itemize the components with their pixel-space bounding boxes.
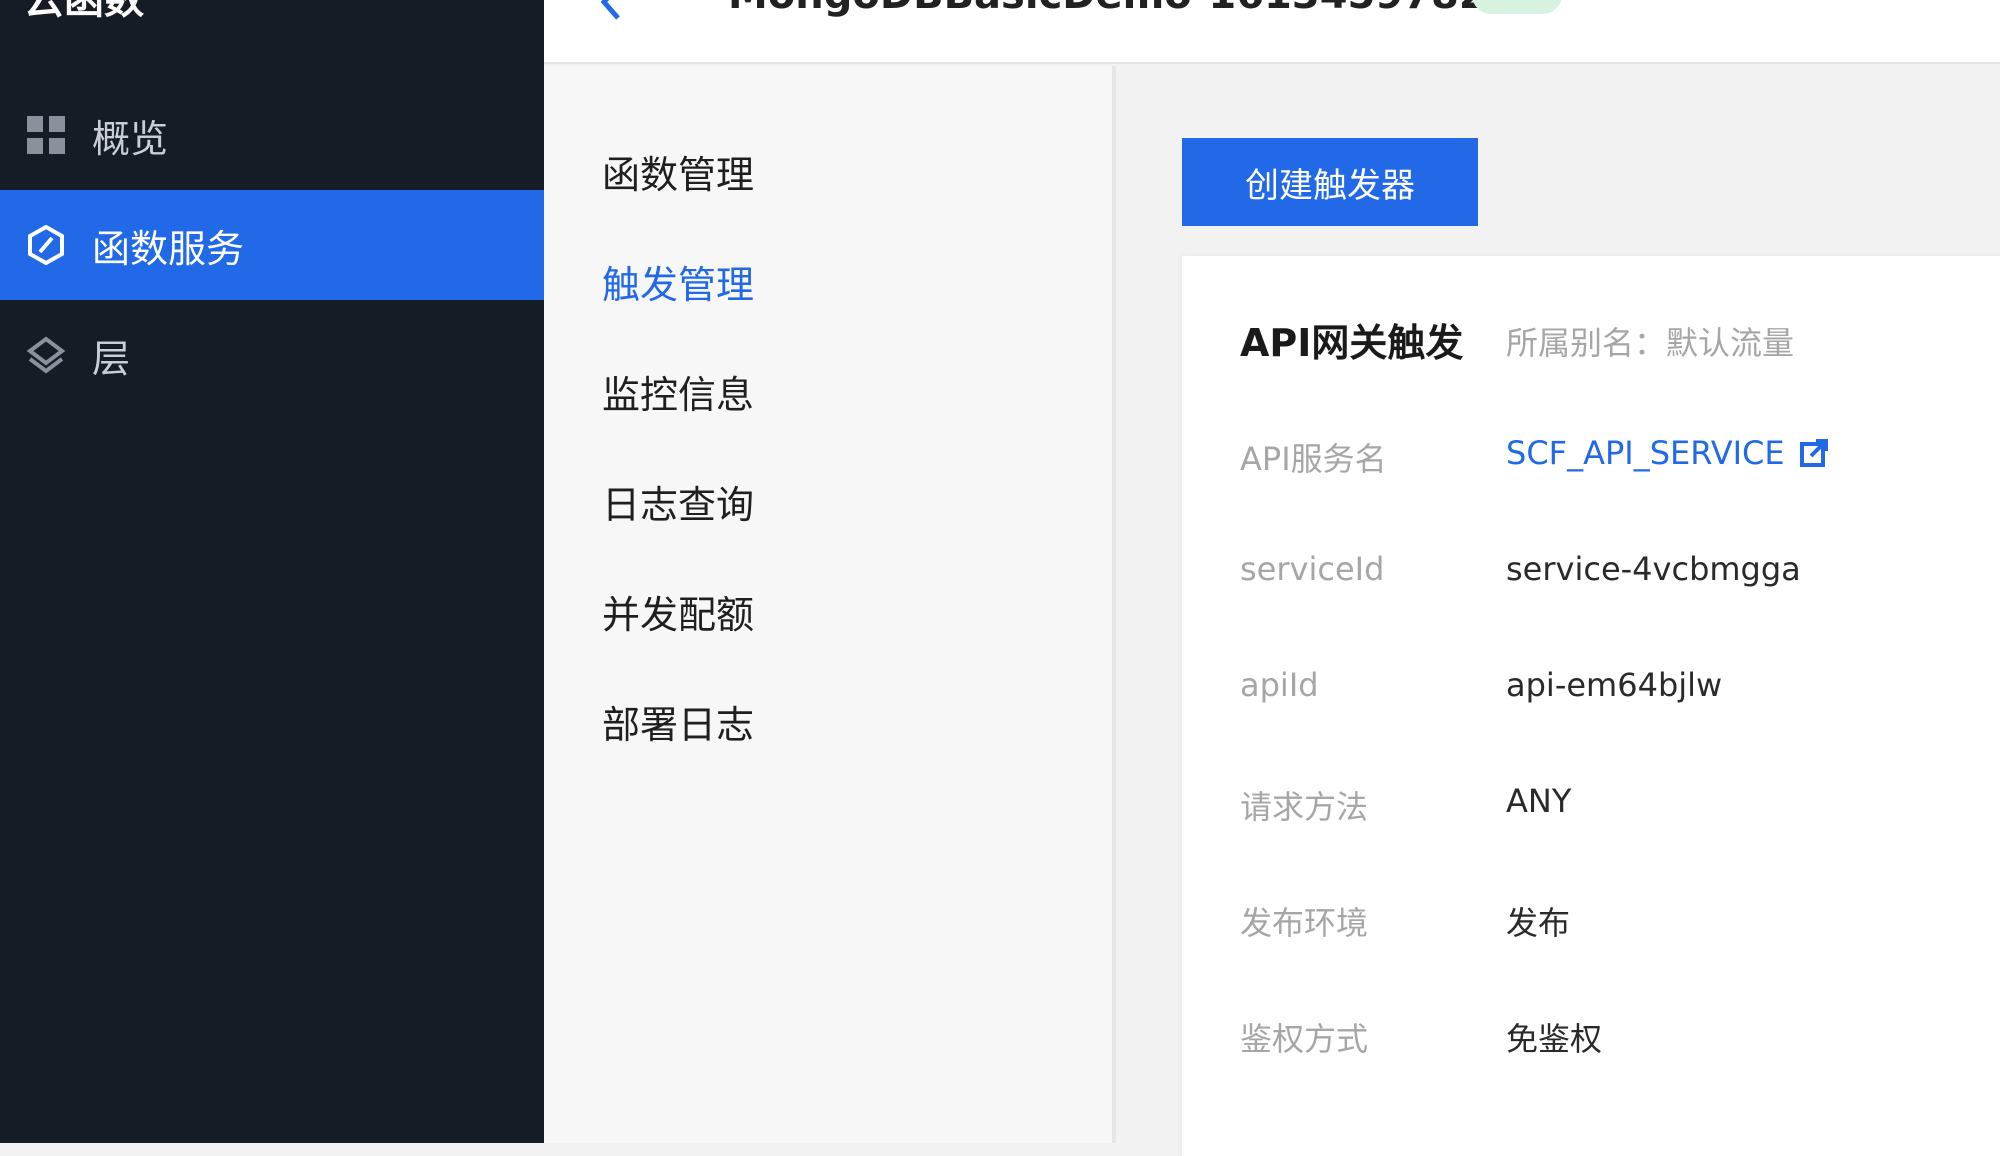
sidebar-item-overview[interactable]: 概览 [0, 80, 544, 190]
field-value-release-env: 发布 [1506, 904, 1571, 942]
main-content: 创建触发器 API网关触发 所属别名：默认流量 API服务名 SCF_API_S… [1120, 66, 2000, 1156]
layers-icon [26, 335, 66, 375]
sidebar-item-layers[interactable]: 层 [0, 300, 544, 410]
subnav-item-trigger-management[interactable]: 触发管理 [602, 260, 754, 310]
api-service-link-text[interactable]: SCF_API_SERVICE [1506, 434, 1785, 472]
api-service-link[interactable]: SCF_API_SERVICE [1506, 434, 1829, 472]
sidebar-item-label: 概览 [92, 116, 169, 161]
field-label-auth-method: 鉴权方式 [1240, 1020, 1369, 1058]
field-value-api-id: api-em64bjlw [1506, 666, 1723, 704]
field-label-release-env: 发布环境 [1240, 904, 1369, 942]
function-subnav: 函数管理 触发管理 监控信息 日志查询 并发配额 部署日志 [544, 66, 1116, 1143]
field-label-api-id: apiId [1240, 666, 1319, 704]
subnav-item-function-management[interactable]: 函数管理 [602, 150, 754, 200]
page-title: MongoDBBasicDemo-1613459782 [728, 0, 1487, 18]
sidebar-item-label: 层 [92, 336, 131, 381]
sidebar: 云函数 概览 函数服务 层 [0, 0, 544, 1143]
subnav-item-log-query[interactable]: 日志查询 [602, 480, 754, 530]
trigger-alias: 所属别名：默认流量 [1506, 324, 1795, 362]
field-value-auth-method: 免鉴权 [1506, 1020, 1603, 1058]
field-label-service-id: serviceId [1240, 550, 1385, 588]
field-value-service-id: service-4vcbmgga [1506, 550, 1801, 588]
subnav-item-monitoring[interactable]: 监控信息 [602, 370, 754, 420]
external-link-icon[interactable] [1799, 438, 1829, 468]
subnav-item-deploy-log[interactable]: 部署日志 [602, 700, 754, 750]
trigger-card-title: API网关触发 [1240, 321, 1464, 365]
field-label-request-method: 请求方法 [1240, 788, 1369, 826]
field-value-request-method: ANY [1506, 782, 1572, 820]
app-title: 云函数 [24, 0, 144, 23]
sidebar-item-label: 函数服务 [92, 226, 245, 271]
back-arrow-icon[interactable] [592, 0, 632, 22]
field-label-api-service: API服务名 [1240, 440, 1387, 478]
create-trigger-button[interactable]: 创建触发器 [1182, 138, 1478, 226]
grid-icon [26, 115, 66, 155]
function-service-icon [26, 225, 66, 265]
status-badge [1472, 0, 1562, 14]
sidebar-item-function-service[interactable]: 函数服务 [0, 190, 544, 300]
trigger-card: API网关触发 所属别名：默认流量 API服务名 SCF_API_SERVICE… [1182, 256, 2000, 1156]
subnav-item-concurrency-quota[interactable]: 并发配额 [602, 590, 754, 640]
topbar: MongoDBBasicDemo-1613459782 [544, 0, 2000, 64]
